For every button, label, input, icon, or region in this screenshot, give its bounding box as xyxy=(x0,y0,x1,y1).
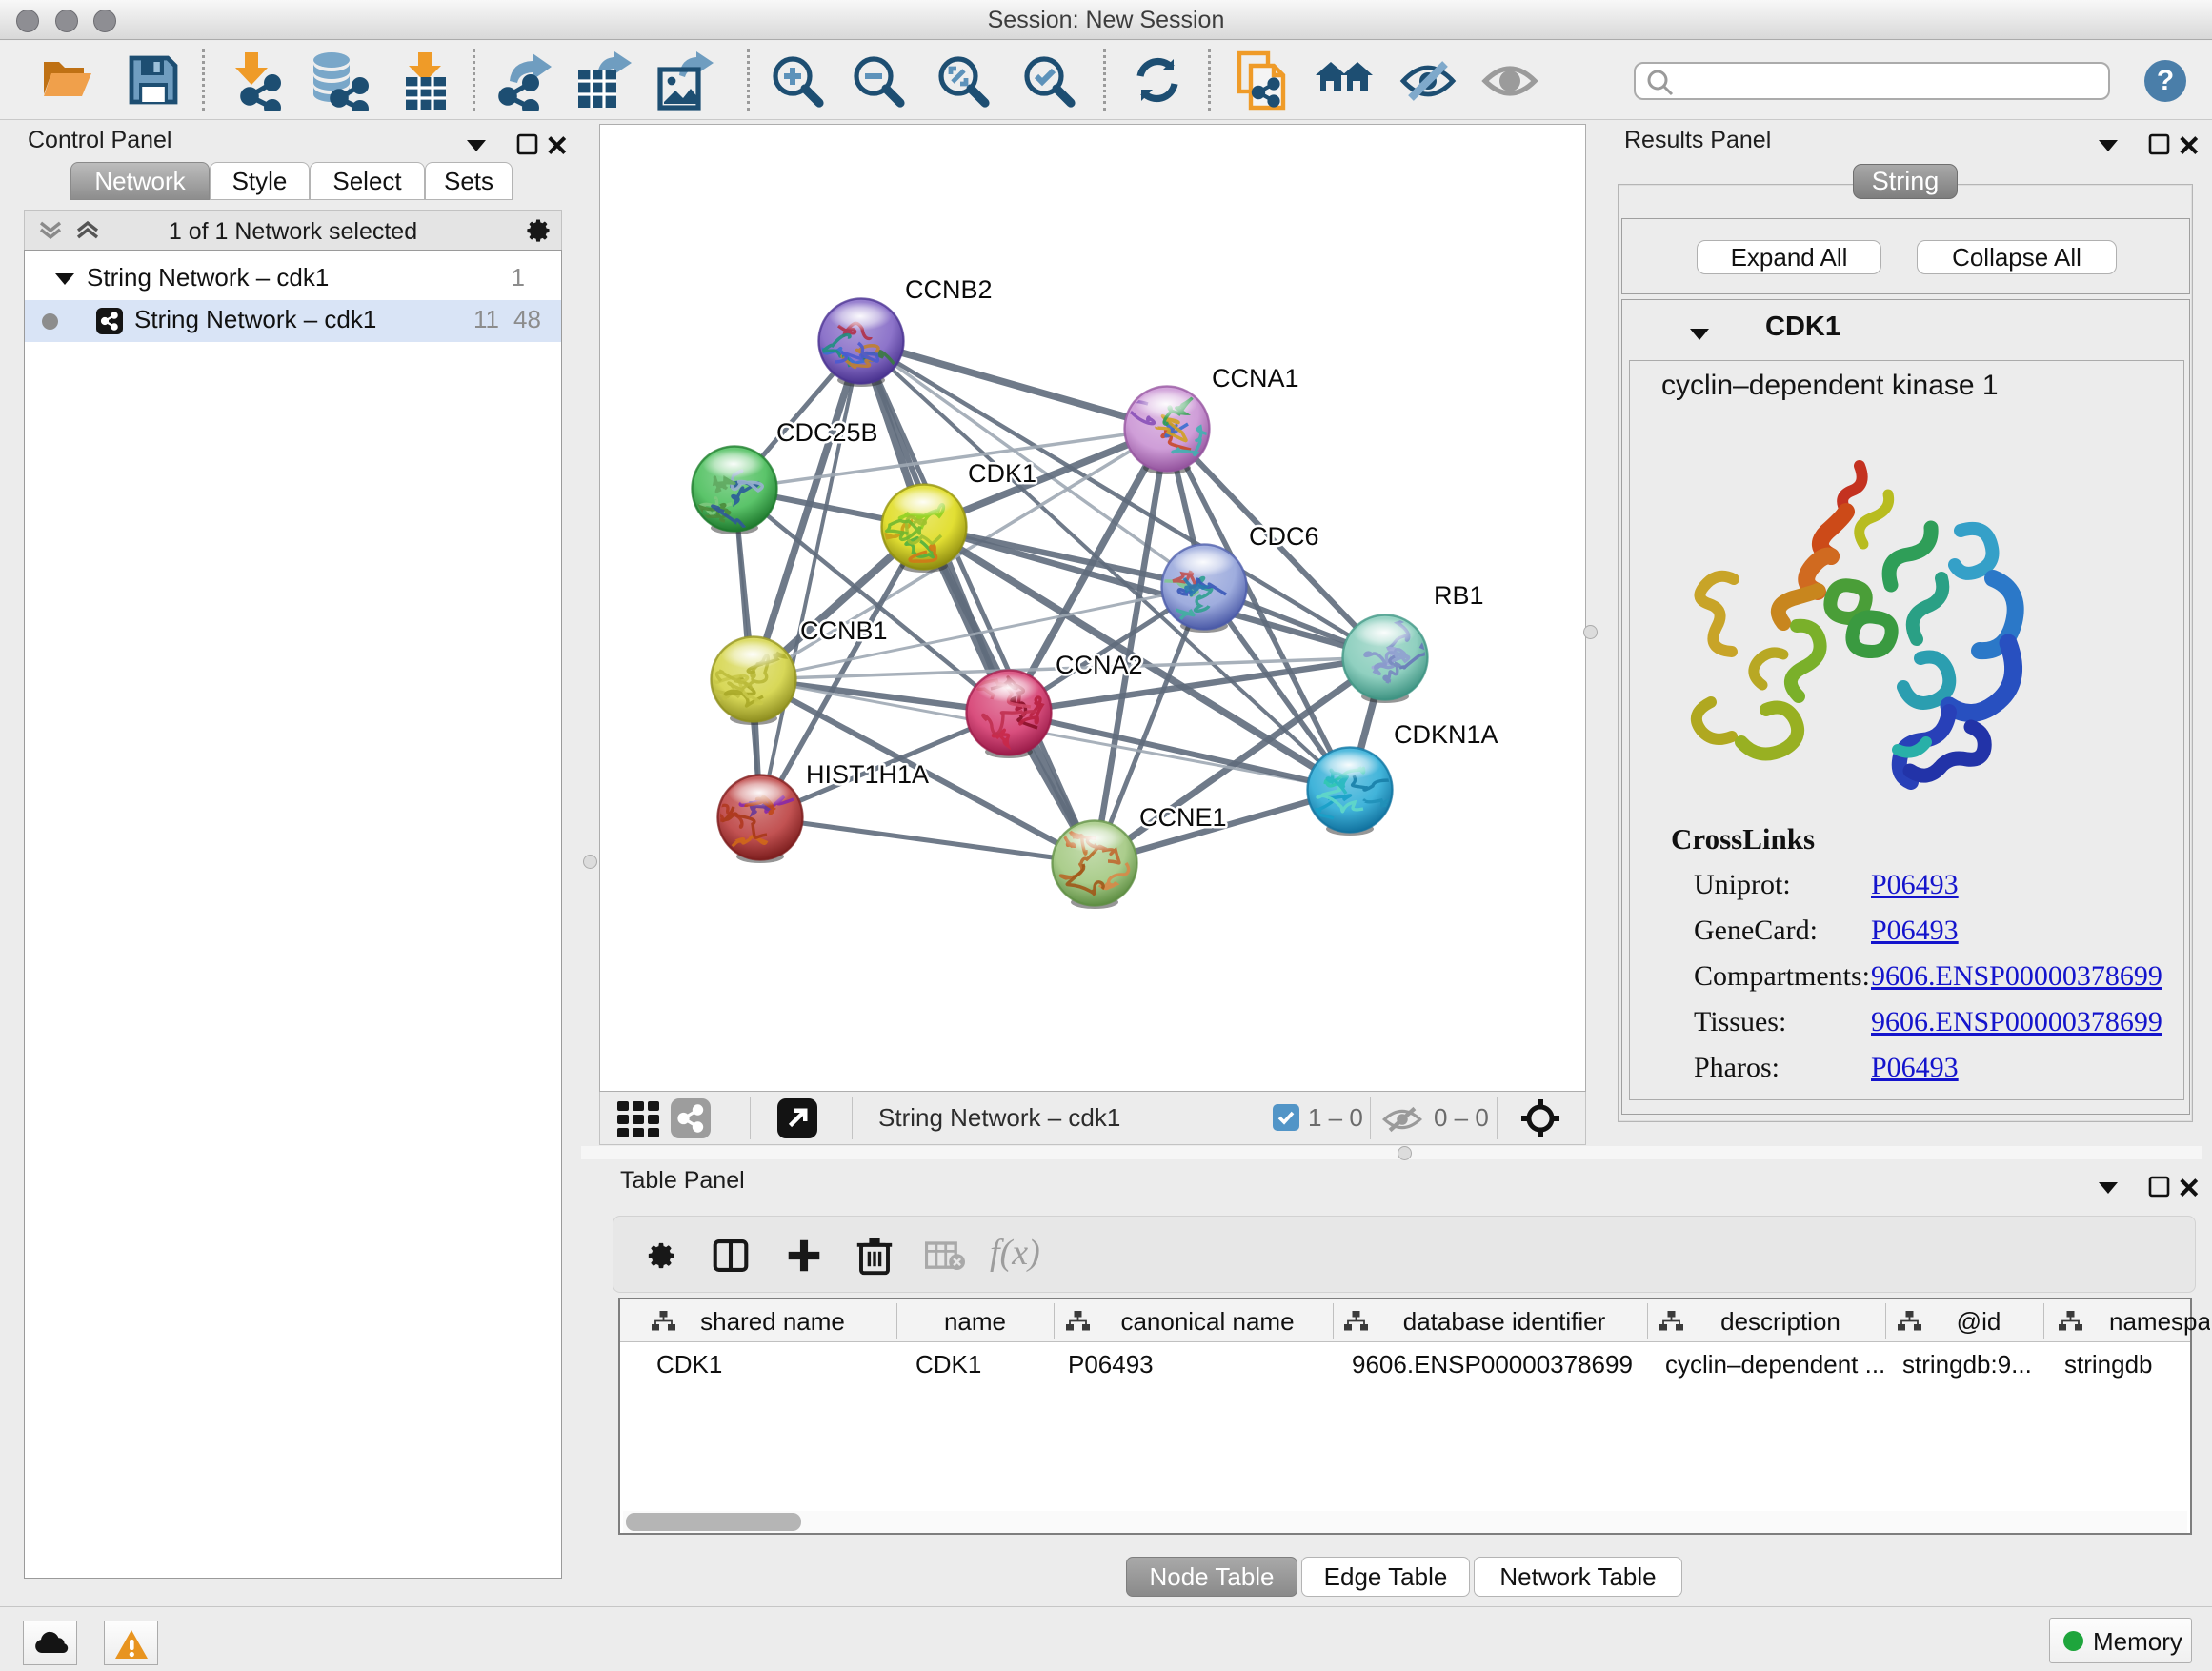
svg-text:CDK1: CDK1 xyxy=(968,459,1036,488)
svg-text:CDC25B: CDC25B xyxy=(776,418,878,447)
svg-text:HIST1H1A: HIST1H1A xyxy=(806,760,929,789)
svg-text:CCNA1: CCNA1 xyxy=(1212,364,1299,393)
svg-text:CCNA2: CCNA2 xyxy=(1056,651,1143,679)
svg-text:CDKN1A: CDKN1A xyxy=(1394,720,1498,749)
svg-text:CCNE1: CCNE1 xyxy=(1139,803,1227,832)
svg-text:RB1: RB1 xyxy=(1434,581,1484,610)
svg-text:CDC6: CDC6 xyxy=(1249,522,1319,551)
svg-text:CCNB2: CCNB2 xyxy=(905,275,993,304)
svg-text:CCNB1: CCNB1 xyxy=(800,616,888,645)
